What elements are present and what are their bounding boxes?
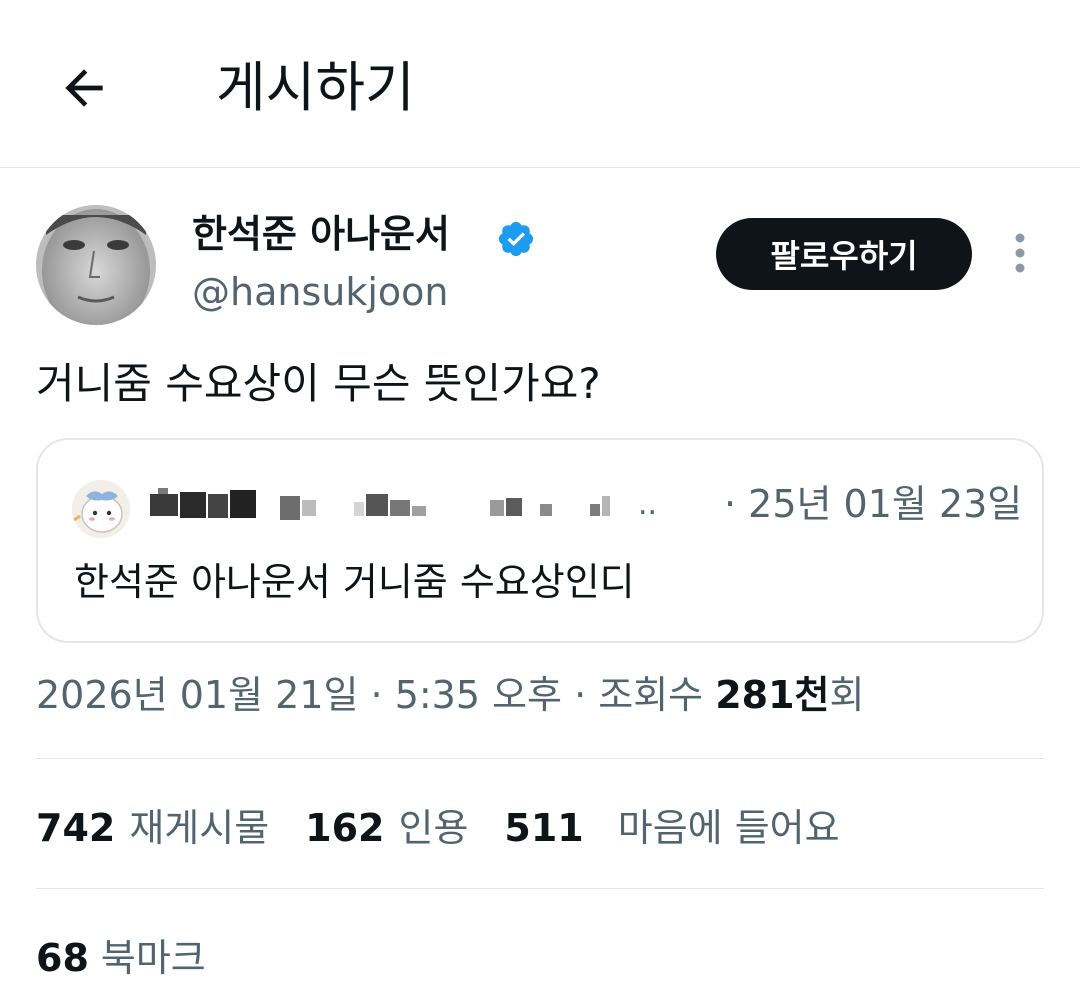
likes-label: 마음에 들어요 bbox=[617, 806, 840, 850]
quoted-post-text: 한석준 아나운서 거니줌 수요상인디 bbox=[74, 560, 635, 604]
avatar-image bbox=[36, 205, 156, 325]
quoted-post-card[interactable]: .. · 25년 01월 23일 한석준 아나운서 거니줌 수요상인디 bbox=[36, 438, 1044, 643]
views-suffix: 회 bbox=[829, 673, 865, 717]
quoted-author-avatar bbox=[72, 480, 130, 538]
verified-badge-icon bbox=[498, 221, 534, 257]
reposts-stat[interactable]: 742 재게시물 bbox=[36, 796, 269, 860]
back-button[interactable] bbox=[48, 52, 120, 124]
quotes-count: 162 bbox=[305, 806, 385, 850]
author-display-name[interactable]: 한석준 아나운서 bbox=[192, 204, 450, 264]
divider bbox=[36, 758, 1044, 759]
divider bbox=[36, 888, 1044, 889]
quotes-stat[interactable]: 162 인용 bbox=[305, 796, 468, 860]
author-avatar[interactable] bbox=[36, 205, 156, 325]
more-options-button[interactable] bbox=[1000, 226, 1040, 282]
reposts-count: 742 bbox=[36, 806, 116, 850]
post-meta: 2026년 01월 21일 · 5:35 오후 · 조회수 281천회 bbox=[36, 665, 865, 725]
post-timestamp: 2026년 01월 21일 · 5:35 오후 · 조회수 bbox=[36, 673, 716, 717]
reposts-label: 재게시물 bbox=[129, 806, 270, 850]
quoted-author-ellipsis: .. bbox=[638, 487, 658, 522]
quoted-avatar-image bbox=[72, 480, 130, 538]
quoted-author-name-blurred bbox=[150, 488, 610, 520]
top-bar: 게시하기 bbox=[0, 0, 1080, 168]
views-count: 281천 bbox=[715, 673, 830, 717]
follow-button[interactable]: 팔로우하기 bbox=[716, 218, 972, 290]
quoted-post-date: · 25년 01월 23일 bbox=[724, 482, 1023, 526]
bookmarks-stat[interactable]: 68 북마크 bbox=[36, 926, 206, 990]
likes-count: 511 bbox=[504, 806, 584, 850]
page-title: 게시하기 bbox=[216, 56, 415, 119]
quotes-label: 인용 bbox=[398, 806, 469, 850]
bookmarks-label: 북마크 bbox=[100, 936, 206, 980]
bookmarks-count: 68 bbox=[36, 936, 89, 980]
more-vertical-icon bbox=[1015, 233, 1025, 273]
engagement-stats: 742 재게시물 162 인용 511 마음에 들어요 bbox=[36, 796, 876, 860]
author-handle[interactable]: @hansukjoon bbox=[192, 264, 448, 320]
arrow-left-icon bbox=[65, 69, 103, 107]
likes-stat[interactable]: 511 마음에 들어요 bbox=[504, 796, 839, 860]
post-text: 거니줌 수요상이 무슨 뜻인가요? bbox=[36, 359, 601, 408]
